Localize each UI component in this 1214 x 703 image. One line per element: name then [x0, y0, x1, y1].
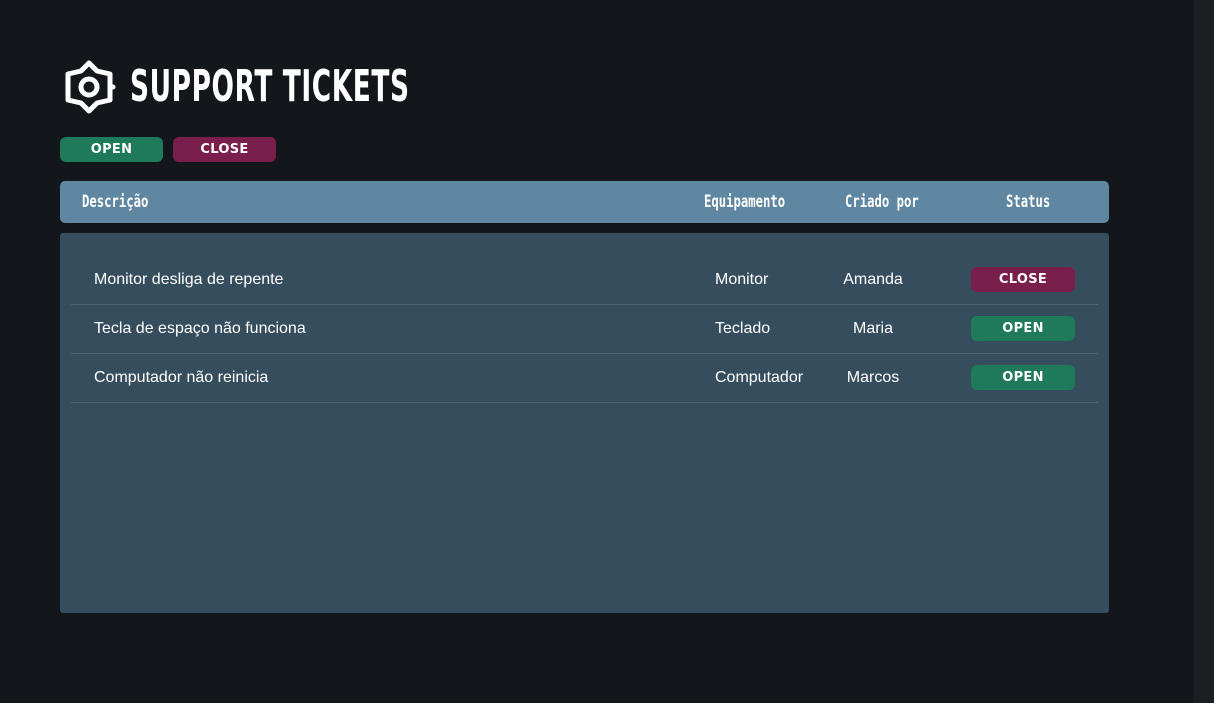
- column-header-equipment[interactable]: Equipamento: [704, 181, 817, 223]
- column-header-created-by[interactable]: Criado por: [845, 181, 947, 223]
- ticket-created-by: Amanda: [843, 271, 903, 288]
- status-badge[interactable]: CLOSE: [971, 267, 1075, 292]
- ticket-description: Tecla de espaço não funciona: [94, 320, 306, 337]
- table-header: Descrição Equipamento Criado por Status: [60, 181, 1109, 223]
- filter-close-button[interactable]: CLOSE: [173, 137, 276, 162]
- ticket-table-body: Monitor desliga de repente Monitor Amand…: [60, 233, 1109, 613]
- table-row[interactable]: Tecla de espaço não funciona Teclado Mar…: [71, 304, 1098, 354]
- status-badge[interactable]: OPEN: [971, 365, 1075, 390]
- scrollbar-track[interactable]: [1194, 0, 1214, 703]
- status-badge[interactable]: OPEN: [971, 316, 1075, 341]
- gear-icon: [65, 60, 116, 114]
- ticket-description: Computador não reinicia: [94, 369, 269, 386]
- filter-open-button[interactable]: OPEN: [60, 137, 163, 162]
- ticket-description: Monitor desliga de repente: [94, 271, 284, 288]
- table-row[interactable]: Computador não reinicia Computador Marco…: [71, 353, 1098, 403]
- column-header-status[interactable]: Status: [1006, 181, 1067, 223]
- page-header: SUPPORT TICKETS: [60, 58, 596, 116]
- page-title: SUPPORT TICKETS: [130, 61, 410, 112]
- column-header-description[interactable]: Descrição: [82, 181, 174, 223]
- ticket-created-by: Marcos: [846, 369, 900, 386]
- ticket-equipment: Computador: [715, 369, 804, 386]
- ticket-equipment: Monitor: [715, 271, 769, 288]
- ticket-created-by: Maria: [852, 320, 893, 337]
- ticket-equipment: Teclado: [715, 320, 771, 337]
- table-row[interactable]: Monitor desliga de repente Monitor Amand…: [71, 255, 1098, 305]
